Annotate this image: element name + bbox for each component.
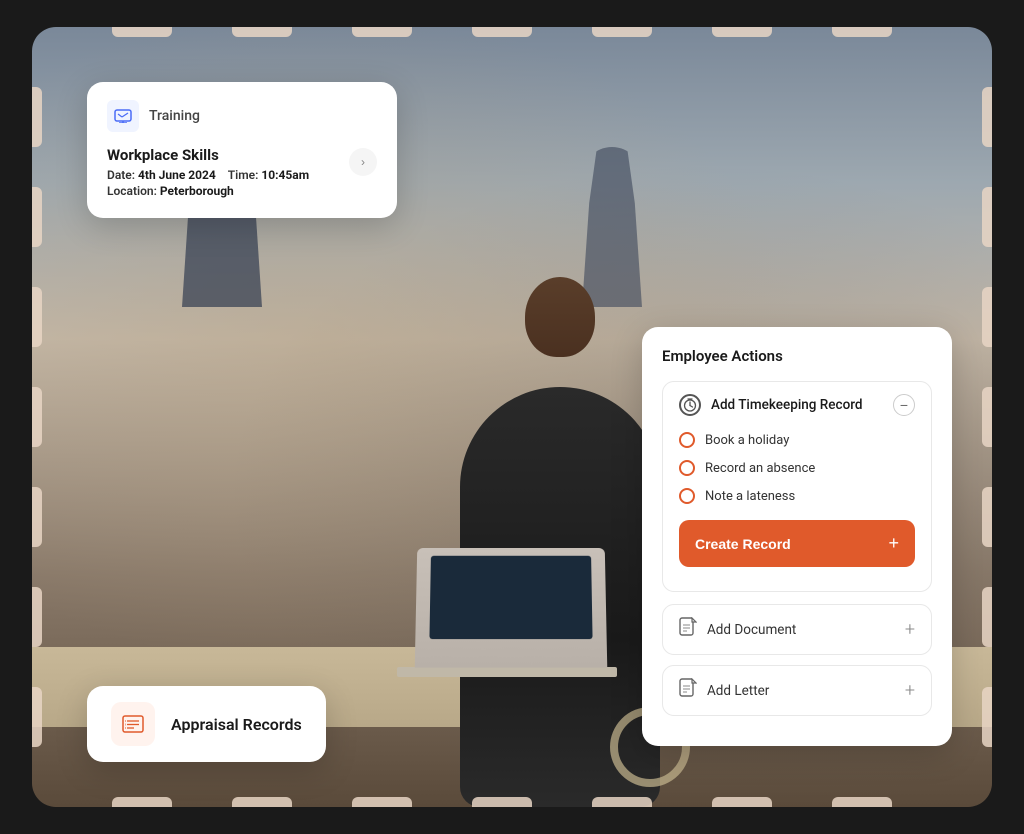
date-value: 4th June 2024 [138,168,216,182]
training-content-row: Workplace Skills Date: 4th June 2024 Tim… [107,146,377,200]
training-icon [107,100,139,132]
create-record-plus-icon: + [888,533,899,554]
training-content: Workplace Skills Date: 4th June 2024 Tim… [107,146,309,200]
add-letter-label-container: Add Letter [679,678,769,703]
timekeeping-sub-options: Book a holiday Record an absence Note a … [679,426,915,510]
book-holiday-option[interactable]: Book a holiday [679,426,915,454]
add-document-label-container: Add Document [679,617,796,642]
training-expand-button[interactable]: › [349,148,377,176]
training-date-line: Date: 4th June 2024 Time: 10:45am [107,168,309,182]
add-document-section[interactable]: Add Document + [662,604,932,655]
appraisal-records-card[interactable]: Appraisal Records [87,686,326,762]
appraisal-label-text: Appraisal Records [171,715,302,734]
add-letter-text: Add Letter [707,683,769,699]
add-document-plus-icon: + [905,619,915,640]
timekeeping-text: Add Timekeeping Record [711,397,862,413]
employee-actions-card: Employee Actions Add Timekeeping Record [642,327,952,746]
timekeeping-section[interactable]: Add Timekeeping Record − Book a holiday … [662,381,932,592]
letter-icon [679,678,697,703]
employee-actions-title: Employee Actions [662,347,932,365]
timekeeping-collapse-button[interactable]: − [893,394,915,416]
location-label: Location: [107,184,157,198]
timekeeping-header: Add Timekeeping Record − [679,394,915,416]
add-document-text: Add Document [707,622,796,638]
date-label: Date: [107,168,135,182]
time-label: Time: [228,168,259,182]
add-letter-section[interactable]: Add Letter + [662,665,932,716]
book-holiday-label: Book a holiday [705,433,789,448]
record-absence-label: Record an absence [705,461,815,476]
create-record-label: Create Record [695,536,791,552]
training-card: Training Workplace Skills Date: 4th June… [87,82,397,218]
training-header-label: Training [149,108,200,124]
note-lateness-label: Note a lateness [705,489,795,504]
note-lateness-option[interactable]: Note a lateness [679,482,915,510]
record-absence-option[interactable]: Record an absence [679,454,915,482]
training-location-line: Location: Peterborough [107,184,309,198]
timer-icon [679,394,701,416]
record-absence-radio [679,460,695,476]
add-letter-plus-icon: + [905,680,915,701]
book-holiday-radio [679,432,695,448]
time-value: 10:45am [261,168,309,182]
location-value: Peterborough [160,184,234,198]
document-icon [679,617,697,642]
training-title: Workplace Skills [107,146,309,164]
appraisal-icon [111,702,155,746]
note-lateness-radio [679,488,695,504]
create-record-button[interactable]: Create Record + [679,520,915,567]
training-card-header: Training [107,100,377,132]
timekeeping-label-container: Add Timekeeping Record [679,394,862,416]
